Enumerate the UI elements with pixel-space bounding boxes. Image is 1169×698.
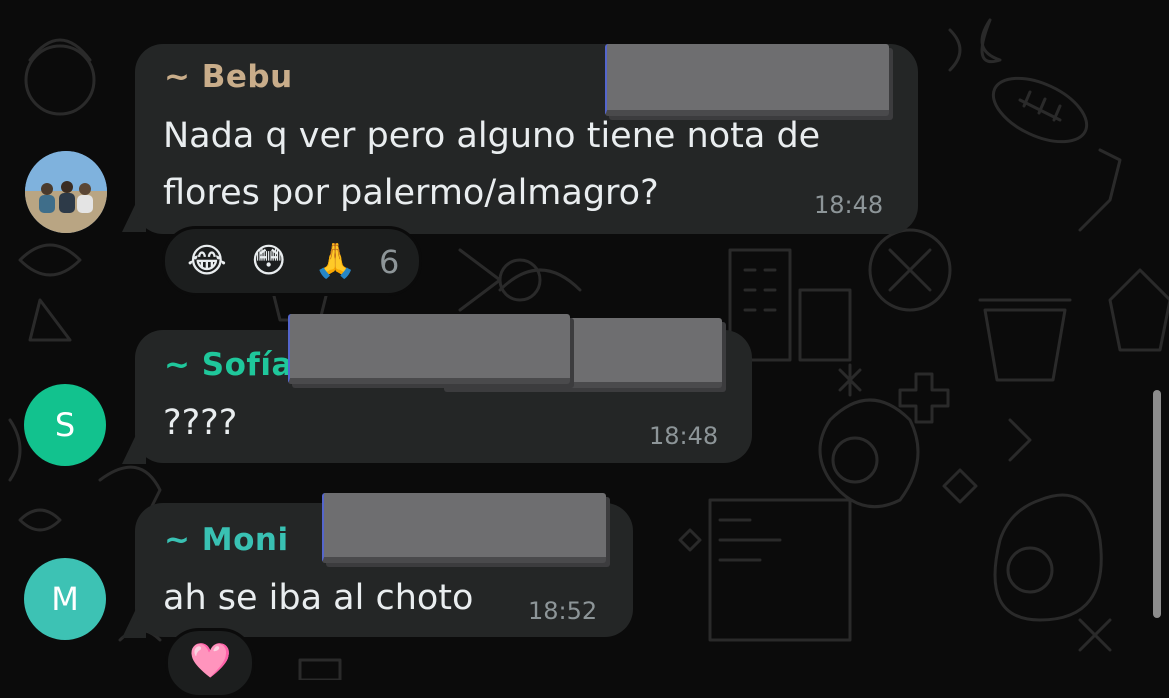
reaction-count: 6 (379, 243, 400, 281)
redacted-area (605, 44, 889, 116)
message-text: ah se iba al choto (163, 578, 474, 618)
message-bubble-moni[interactable]: ~ Moni ah se iba al choto 18:52 (135, 493, 633, 637)
reaction-emoji: 😳 (251, 241, 287, 281)
avatar-s[interactable]: S (24, 384, 106, 466)
sender-name[interactable]: ~ Sofía (164, 347, 293, 383)
avatar-letter: M (51, 580, 79, 618)
message-time: 18:48 (649, 422, 719, 450)
group-avatar[interactable] (25, 151, 107, 233)
avatar-letter: S (54, 406, 76, 444)
reaction-emoji: 🙏 (314, 241, 357, 281)
sender-name[interactable]: ~ Bebu (164, 59, 293, 95)
sender-name[interactable]: ~ Moni (164, 522, 289, 558)
reaction-emoji: 😂 (187, 241, 227, 281)
reactions-bar[interactable]: 😂 😳 🙏 6 (162, 226, 422, 296)
redacted-area (322, 493, 606, 563)
message-time: 18:52 (528, 597, 598, 625)
message-text-line-2: flores por palermo/almagro? (163, 173, 659, 213)
group-photo-avatar-icon (25, 151, 107, 233)
message-text-line-1: Nada q ver pero alguno tiene nota de (163, 116, 821, 156)
scrollbar[interactable] (1153, 390, 1161, 618)
redacted-area (288, 314, 570, 384)
message-bubble-bebu[interactable]: ~ Bebu Nada q ver pero alguno tiene nota… (135, 44, 918, 234)
message-time: 18:48 (814, 191, 884, 219)
avatar-m[interactable]: M (24, 558, 106, 640)
message-text: ???? (163, 403, 238, 443)
heart-reaction-icon: 🩷 (189, 641, 232, 681)
reactions-bar[interactable]: 🩷 (165, 628, 255, 698)
message-bubble-sofia[interactable]: ~ Sofía ???? 18:48 (135, 314, 752, 463)
